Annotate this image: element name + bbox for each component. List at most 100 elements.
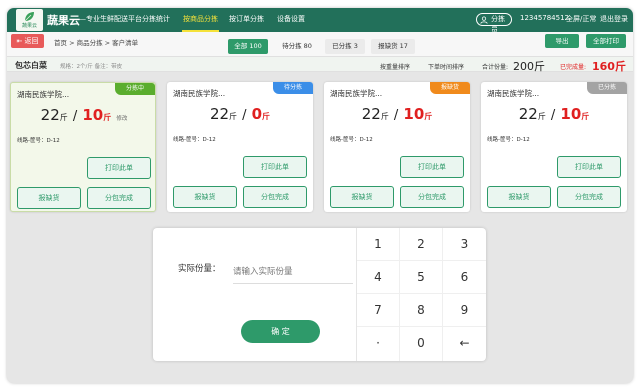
user-phone: 12345784512	[520, 14, 569, 22]
actual-qty: 10	[560, 105, 582, 123]
order-card[interactable]: 湖南民族学院... 分拣中 22斤 / 10斤 修改 线路-筐号：D-12 打印…	[10, 82, 156, 212]
top-bar: 蔬果云 蔬果云 —专业生鲜配送平台 分拣统计 按商品分拣 按订单分拣 设备设置 …	[7, 8, 633, 34]
back-button[interactable]: ⇤ 返回	[11, 34, 44, 48]
actual-qty-label: 实际份量：	[178, 264, 221, 274]
key-1[interactable]: 1	[357, 228, 400, 261]
key-6[interactable]: 6	[443, 261, 486, 294]
weight-display: 22斤 / 10斤	[324, 104, 470, 123]
logo-text: 蔬果云	[21, 23, 37, 29]
order-qty: 22	[40, 106, 60, 124]
tab-all[interactable]: 全部 100	[228, 39, 268, 54]
key-0[interactable]: 0	[400, 327, 443, 361]
report-shortage-button[interactable]: 报缺货	[487, 186, 551, 208]
route-basket: 线路-筐号：D-12	[17, 138, 60, 144]
order-unit: 斤	[380, 112, 389, 121]
nav-sort-by-product[interactable]: 按商品分拣	[183, 14, 218, 24]
actual-qty: 10	[82, 106, 104, 124]
split-complete-button[interactable]: 分包完成	[400, 186, 464, 208]
product-name: 包芯白菜	[15, 61, 47, 70]
customer-name: 湖南民族学院...	[17, 90, 70, 99]
customer-name: 湖南民族学院...	[330, 89, 383, 98]
user-icon	[480, 16, 488, 24]
order-card[interactable]: 湖南民族学院... 待分拣 22斤 / 0斤 线路-筐号：D-12 打印此单 报…	[167, 82, 313, 212]
weight-display: 22斤 / 10斤 修改	[11, 105, 157, 124]
status-badge: 待分拣	[273, 82, 313, 94]
status-badge: 已分拣	[587, 82, 627, 94]
route-basket: 线路-筐号：D-12	[487, 137, 530, 143]
sort-by-qty-button[interactable]: 按重量排序	[380, 62, 410, 71]
nav-sort-stats[interactable]: 分拣统计	[142, 14, 170, 24]
report-shortage-button[interactable]: 报缺货	[173, 186, 237, 208]
app-logo: 蔬果云	[16, 9, 43, 31]
report-shortage-button[interactable]: 报缺货	[17, 187, 81, 209]
actual-unit: 斤	[424, 112, 433, 121]
fullscreen-toggle[interactable]: 全屏/正常	[566, 14, 596, 24]
done-label: 已完成量:	[560, 64, 587, 71]
actual-qty: 10	[403, 105, 425, 123]
total-label: 合计份量:	[482, 64, 509, 71]
confirm-button[interactable]: 确 定	[241, 320, 320, 343]
print-order-button[interactable]: 打印此单	[557, 156, 621, 178]
done-value: 160斤	[592, 60, 626, 73]
print-order-button[interactable]: 打印此单	[87, 157, 151, 179]
key-7[interactable]: 7	[357, 294, 400, 327]
key-4[interactable]: 4	[357, 261, 400, 294]
print-all-button[interactable]: 全部打印	[586, 34, 626, 48]
actual-unit: 斤	[262, 112, 271, 121]
status-badge: 报缺货	[430, 82, 470, 94]
product-spec: 规格：2个/斤 备注：带皮	[60, 64, 123, 70]
back-arrow-icon: ⇤	[16, 37, 23, 45]
brand-subtitle: —专业生鲜配送平台	[79, 15, 142, 23]
qty-separator: /	[242, 108, 247, 123]
key-8[interactable]: 8	[400, 294, 443, 327]
logout-link[interactable]: 退出登录	[600, 14, 628, 24]
qty-separator: /	[393, 108, 399, 123]
nav-device-settings[interactable]: 设备设置	[277, 14, 305, 24]
key-decimal[interactable]: ·	[357, 327, 400, 361]
route-basket: 线路-筐号：D-12	[173, 137, 216, 143]
weight-display: 22斤 / 10斤	[481, 104, 627, 123]
customer-name: 湖南民族学院...	[487, 89, 540, 98]
backspace-key[interactable]: ←	[443, 327, 486, 361]
tab-sorted[interactable]: 已分拣 3	[325, 39, 365, 54]
print-order-button[interactable]: 打印此单	[243, 156, 307, 178]
order-qty: 22	[518, 105, 538, 123]
split-complete-button[interactable]: 分包完成	[87, 187, 151, 209]
key-9[interactable]: 9	[443, 294, 486, 327]
order-qty: 22	[361, 105, 381, 123]
brand-name: 蔬果云	[47, 14, 80, 27]
print-order-button[interactable]: 打印此单	[400, 156, 464, 178]
product-summary-bar: 包芯白菜 规格：2个/斤 备注：带皮 按重量排序 下单时间排序 合计份量: 20…	[7, 56, 633, 73]
toolbar: ⇤ 返回 首页 > 商品分拣 > 客户清单 全部 100 待分拣 80 已分拣 …	[7, 32, 633, 56]
total-value: 200斤	[513, 60, 545, 73]
app-screen: 蔬果云 蔬果云 —专业生鲜配送平台 分拣统计 按商品分拣 按订单分拣 设备设置 …	[7, 8, 633, 383]
sort-by-time-button[interactable]: 下单时间排序	[428, 62, 464, 71]
report-shortage-button[interactable]: 报缺货	[330, 186, 394, 208]
role-badge: 分拣员	[476, 13, 512, 34]
key-3[interactable]: 3	[443, 228, 486, 261]
back-label: 返回	[24, 37, 39, 45]
backspace-icon: ←	[459, 336, 470, 350]
split-complete-button[interactable]: 分包完成	[243, 186, 307, 208]
tab-shortage[interactable]: 报缺货 17	[371, 39, 415, 54]
numeric-keypad: 1 2 3 4 5 6 7 8 9 · 0 ←	[356, 228, 486, 361]
actual-qty-input[interactable]	[233, 260, 353, 284]
order-card[interactable]: 湖南民族学院... 已分拣 22斤 / 10斤 线路-筐号：D-12 打印此单 …	[481, 82, 627, 212]
export-button[interactable]: 导出	[545, 34, 579, 48]
order-card[interactable]: 湖南民族学院... 报缺货 22斤 / 10斤 线路-筐号：D-12 打印此单 …	[324, 82, 470, 212]
modify-link[interactable]: 修改	[116, 116, 127, 122]
order-unit: 斤	[59, 113, 68, 122]
nav-sort-by-order[interactable]: 按订单分拣	[229, 14, 264, 24]
weight-display: 22斤 / 0斤	[167, 104, 313, 123]
status-badge: 分拣中	[115, 83, 155, 95]
actual-unit: 斤	[103, 113, 112, 122]
key-5[interactable]: 5	[400, 261, 443, 294]
tab-pending[interactable]: 待分拣 80	[277, 39, 317, 54]
key-2[interactable]: 2	[400, 228, 443, 261]
customer-name: 湖南民族学院...	[173, 89, 226, 98]
split-complete-button[interactable]: 分包完成	[557, 186, 621, 208]
leaf-logo-icon	[24, 12, 34, 22]
route-basket: 线路-筐号：D-12	[330, 137, 373, 143]
actual-qty: 0	[251, 105, 263, 123]
device-frame: 蔬果云 蔬果云 —专业生鲜配送平台 分拣统计 按商品分拣 按订单分拣 设备设置 …	[0, 0, 640, 390]
